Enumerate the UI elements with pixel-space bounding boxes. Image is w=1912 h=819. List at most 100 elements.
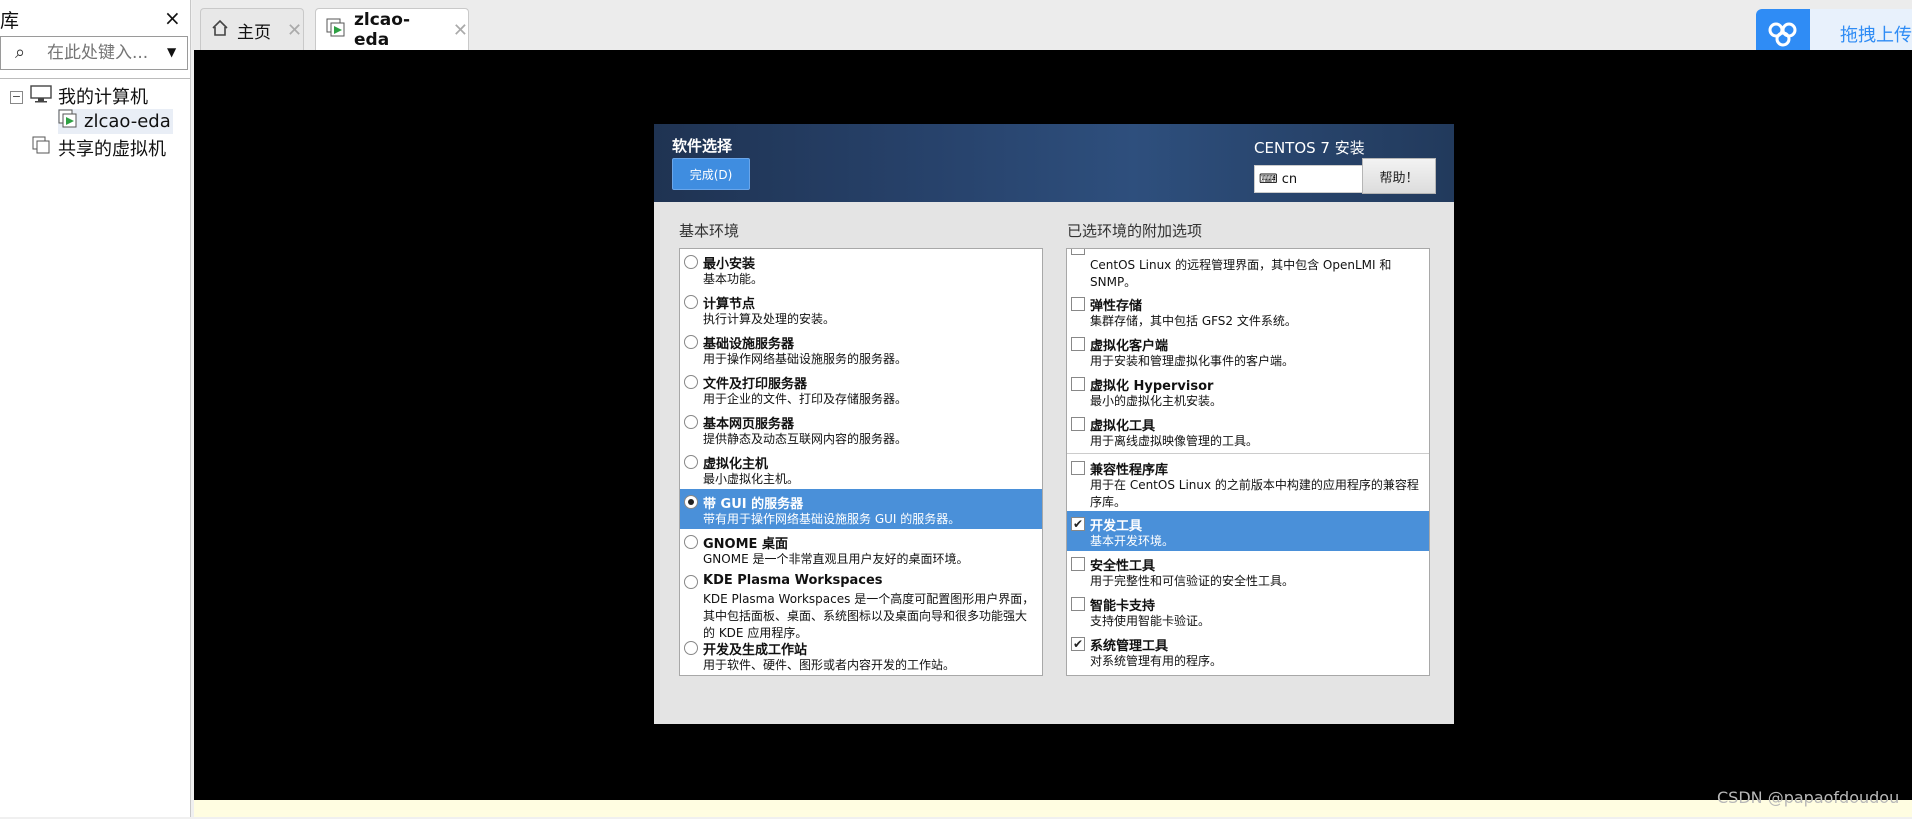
addon-desc: 用于安装和管理虚拟化事件的客户端。 <box>1090 354 1295 368</box>
env-name: 基本网页服务器 <box>703 417 795 432</box>
addons-list[interactable]: CentOS Linux 的远程管理界面，其中包含 OpenLMI 和 SNMP… <box>1066 248 1430 676</box>
env-option[interactable]: 带 GUI 的服务器 带有用于操作网络基础设施服务 GUI 的服务器。 <box>680 489 1042 529</box>
home-icon <box>211 19 229 42</box>
dropdown-arrow-icon[interactable]: ▼ <box>167 45 176 59</box>
checkbox[interactable] <box>1071 249 1085 255</box>
addon-desc: 集群存储，其中包括 GFS2 文件系统。 <box>1090 314 1297 328</box>
addon-option[interactable]: 弹性存储 集群存储，其中包括 GFS2 文件系统。 <box>1067 291 1429 331</box>
env-option[interactable]: GNOME 桌面 GNOME 是一个非常直观且用户友好的桌面环境。 <box>680 529 1042 569</box>
page-title: 软件选择 <box>672 137 733 155</box>
radio-button[interactable] <box>684 335 698 349</box>
env-option[interactable]: 虚拟化主机 最小虚拟化主机。 <box>680 449 1042 489</box>
help-button[interactable]: 帮助！ <box>1362 158 1436 194</box>
tab-close-icon[interactable]: ✕ <box>287 20 302 41</box>
addon-option[interactable]: 智能卡支持 支持使用智能卡验证。 <box>1067 591 1429 631</box>
checkbox[interactable] <box>1071 337 1085 351</box>
env-option[interactable]: 基础设施服务器 用于操作网络基础设施服务的服务器。 <box>680 329 1042 369</box>
radio-button[interactable] <box>684 255 698 269</box>
upload-label: 拖拽上传 <box>1840 25 1912 46</box>
env-option[interactable]: KDE Plasma Workspaces KDE Plasma Workspac… <box>680 569 1042 640</box>
env-option[interactable]: 基本网页服务器 提供静态及动态互联网内容的服务器。 <box>680 409 1042 449</box>
radio-button[interactable] <box>684 495 698 509</box>
addon-name: 虚拟化 Hypervisor <box>1090 379 1214 394</box>
checkbox[interactable]: ✔ <box>1071 637 1085 651</box>
tree-item-my-computer[interactable]: 我的计算机 <box>30 83 148 109</box>
tree-item-shared-vms[interactable]: 共享的虚拟机 <box>32 135 166 161</box>
status-bar <box>194 800 1912 817</box>
keyboard-icon: ⌨ <box>1259 171 1278 187</box>
tab-label: zlcao-eda <box>354 10 411 50</box>
env-option[interactable]: 计算节点 执行计算及处理的安装。 <box>680 289 1042 329</box>
addon-desc: CentOS Linux 的远程管理界面，其中包含 OpenLMI 和 SNMP… <box>1090 258 1392 289</box>
addon-name: 系统管理工具 <box>1090 639 1169 654</box>
tab-bar: 主页 ✕ zlcao-eda ✕ <box>192 0 1912 51</box>
radio-button[interactable] <box>684 295 698 309</box>
tree-label: 我的计算机 <box>58 87 148 108</box>
tab-vm[interactable]: zlcao-eda ✕ <box>315 8 469 51</box>
env-desc: 基本功能。 <box>703 272 764 286</box>
radio-button[interactable] <box>684 641 698 655</box>
addon-name: 虚拟化工具 <box>1090 419 1156 434</box>
shared-vm-icon <box>32 136 52 161</box>
env-option[interactable]: 文件及打印服务器 用于企业的文件、打印及存储服务器。 <box>680 369 1042 409</box>
addon-option[interactable]: CentOS Linux 的远程管理界面，其中包含 OpenLMI 和 SNMP… <box>1067 249 1429 291</box>
addon-option[interactable]: 虚拟化 Hypervisor 最小的虚拟化主机安装。 <box>1067 371 1429 411</box>
checkbox[interactable] <box>1071 297 1085 311</box>
keyboard-layout-field[interactable]: ⌨ cn <box>1254 165 1364 193</box>
addon-option[interactable]: 安全性工具 用于完整性和可信验证的安全性工具。 <box>1067 551 1429 591</box>
checkbox[interactable] <box>1071 597 1085 611</box>
addon-desc: 对系统管理有用的程序。 <box>1090 654 1223 668</box>
env-desc: 用于软件、硬件、图形或者内容开发的工作站。 <box>703 658 956 672</box>
env-desc: 用于企业的文件、打印及存储服务器。 <box>703 392 908 406</box>
library-close-icon[interactable]: × <box>164 6 181 30</box>
addon-desc: 用于离线虚拟映像管理的工具。 <box>1090 434 1259 448</box>
env-name: 基础设施服务器 <box>703 337 795 352</box>
checkbox[interactable] <box>1071 377 1085 391</box>
addon-name: 智能卡支持 <box>1090 599 1156 614</box>
tree-item-vm[interactable]: zlcao-eda <box>58 109 173 134</box>
env-desc: 带有用于操作网络基础设施服务 GUI 的服务器。 <box>703 512 961 526</box>
addon-desc: 最小的虚拟化主机安装。 <box>1090 394 1223 408</box>
library-search-input[interactable] <box>45 40 159 66</box>
env-desc: GNOME 是一个非常直观且用户友好的桌面环境。 <box>703 552 969 566</box>
addon-name: 虚拟化客户端 <box>1090 339 1169 354</box>
tab-close-icon[interactable]: ✕ <box>453 20 468 41</box>
addon-option[interactable]: 虚拟化工具 用于离线虚拟映像管理的工具。 <box>1067 411 1429 451</box>
done-button[interactable]: 完成(D) <box>672 158 750 190</box>
addon-name: 开发工具 <box>1090 519 1143 534</box>
base-env-title: 基本环境 <box>679 222 740 240</box>
env-name: 虚拟化主机 <box>703 457 769 472</box>
addon-option[interactable]: 兼容性程序库 用于在 CentOS Linux 的之前版本中构建的应用程序的兼容程… <box>1067 455 1429 511</box>
library-title: 库 <box>0 10 20 32</box>
checkbox[interactable] <box>1071 557 1085 571</box>
env-option[interactable]: 开发及生成工作站 用于软件、硬件、图形或者内容开发的工作站。 <box>680 635 1042 675</box>
env-name: 开发及生成工作站 <box>703 643 808 658</box>
radio-button[interactable] <box>684 415 698 429</box>
env-name: 最小安装 <box>703 257 756 272</box>
base-env-list[interactable]: 最小安装 基本功能。 计算节点 执行计算及处理的安装。 基础设施服务器 用于操作网络基础设… <box>679 248 1043 676</box>
radio-button[interactable] <box>684 375 698 389</box>
env-option[interactable]: 最小安装 基本功能。 <box>680 249 1042 289</box>
addon-option[interactable]: 虚拟化客户端 用于安装和管理虚拟化事件的客户端。 <box>1067 331 1429 371</box>
collapse-icon[interactable]: − <box>10 91 23 104</box>
installer-header: 软件选择 完成(D) CENTOS 7 安装 ⌨ cn 帮助！ <box>654 124 1454 202</box>
env-name: 带 GUI 的服务器 <box>703 497 804 512</box>
env-name: 计算节点 <box>703 297 756 312</box>
radio-button[interactable] <box>684 575 698 589</box>
checkbox[interactable] <box>1071 417 1085 431</box>
addon-desc: 用于在 CentOS Linux 的之前版本中构建的应用程序的兼容程序库。 <box>1090 478 1419 509</box>
checkbox[interactable] <box>1071 461 1085 475</box>
computer-icon <box>30 84 52 108</box>
tab-home[interactable]: 主页 ✕ <box>200 8 304 51</box>
checkbox[interactable]: ✔ <box>1071 517 1085 531</box>
watermark: CSDN @papaofdoudou <box>1717 788 1900 807</box>
addons-title: 已选环境的附加选项 <box>1067 222 1203 240</box>
addon-option[interactable]: ✔ 系统管理工具 对系统管理有用的程序。 <box>1067 631 1429 671</box>
addon-name: 弹性存储 <box>1090 299 1143 314</box>
radio-button[interactable] <box>684 535 698 549</box>
library-search-box[interactable]: ⌕ ▼ <box>0 36 188 70</box>
installer-window: 软件选择 完成(D) CENTOS 7 安装 ⌨ cn 帮助！ 基本环境 已选环… <box>654 124 1454 724</box>
addon-option[interactable]: ✔ 开发工具 基本开发环境。 <box>1067 511 1429 551</box>
library-tree: − 我的计算机 zlcao-eda 共享的虚拟机 <box>0 78 190 819</box>
radio-button[interactable] <box>684 455 698 469</box>
